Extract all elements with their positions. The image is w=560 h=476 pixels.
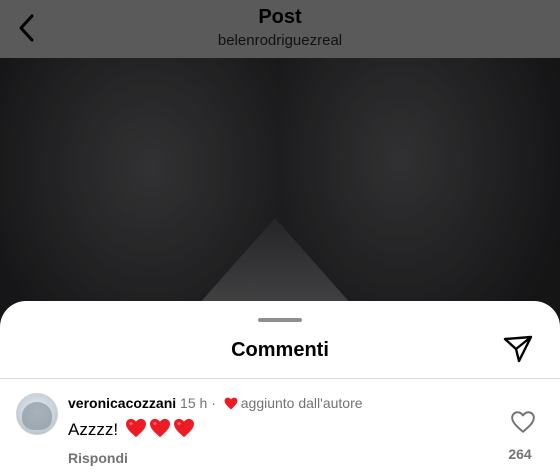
avatar[interactable] <box>16 393 58 435</box>
reply-button[interactable]: Rispondi <box>68 450 128 466</box>
comment-time: 15 h <box>180 395 208 411</box>
heart-outline-icon <box>511 411 535 433</box>
comments-title: Commenti <box>231 339 329 361</box>
red-heart-emoji-icon <box>125 418 146 438</box>
share-button[interactable] <box>502 333 534 365</box>
divider <box>0 378 560 379</box>
comment-like-count: 264 <box>508 446 532 462</box>
red-heart-emoji-icon <box>173 418 194 438</box>
paper-plane-icon <box>503 335 533 363</box>
page-title: Post <box>258 6 302 28</box>
sheet-grabber[interactable] <box>258 318 302 322</box>
post-author-username[interactable]: belenrodriguezreal <box>0 32 560 49</box>
comment-text-row: Azzzz! <box>68 418 195 440</box>
comments-sheet: Commenti veronicacozzani 15 h · aggiunto… <box>0 301 560 476</box>
meta-separator: · <box>211 395 216 411</box>
post-photo[interactable] <box>0 58 560 328</box>
author-heart-icon <box>224 397 238 410</box>
like-comment-button[interactable] <box>510 410 536 434</box>
comment-text: Azzzz! <box>68 420 119 439</box>
author-like-label: aggiunto dall'autore <box>240 395 363 411</box>
comment-meta: veronicacozzani 15 h · aggiunto dall'aut… <box>68 395 363 411</box>
top-bar: Post belenrodriguezreal <box>0 0 560 58</box>
red-heart-emoji-icon <box>149 418 170 438</box>
comment-username[interactable]: veronicacozzani <box>68 395 176 411</box>
